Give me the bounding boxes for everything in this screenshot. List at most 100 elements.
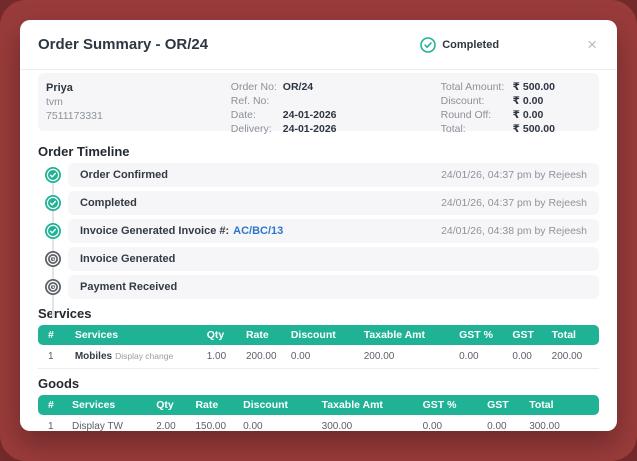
item-name: Display TW [72,421,123,431]
timeline-event: Order Confirmed 24/01/26, 04:37 pm by Re… [45,163,599,187]
timeline-event-bar: Invoice Generated Invoice #: AC/BC/13 24… [68,219,599,243]
cell-discount: 0.00 [284,345,358,369]
column-header: Total [545,325,599,345]
event-timestamp: 24/01/26, 04:37 pm by Rejeesh [441,169,587,181]
event-label: Invoice Generated [80,253,176,265]
column-header: Qty [200,325,240,345]
total-label: Total Amount: [440,81,505,93]
table-row: 1 Mobiles Display change 1.00 200.00 0.00… [38,345,599,369]
total-label: Discount: [440,95,485,107]
column-header: Rate [239,325,285,345]
column-header: Qty [150,395,190,415]
check-circle-icon [45,195,61,211]
clock-icon [45,251,61,267]
total-value: ₹ 500.00 [512,81,555,93]
total-row: Total: ₹ 500.00 [441,122,585,136]
column-header: # [38,395,67,415]
clock-icon [45,279,61,295]
timeline-event-bar: Payment Received [68,275,599,299]
timeline-event: Completed 24/01/26, 04:37 pm by Rejeesh [45,191,599,215]
goods-heading: Goods [38,376,80,391]
customer-phone: 7511173331 [46,110,103,122]
cell-gst: 0.00 [481,415,524,431]
services-heading: Services [38,306,92,321]
cell-total: 300.00 [523,415,599,431]
page-background: Order Summary - OR/24 Completed × Priya … [0,0,637,461]
order-field-row: Order No: OR/24 [231,80,441,94]
field-label: Order No: [230,81,277,93]
modal-header: Order Summary - OR/24 Completed × [20,20,617,70]
total-row: Discount: ₹ 0.00 [441,94,585,108]
order-summary-modal: Order Summary - OR/24 Completed × Priya … [20,20,617,431]
customer-name: Priya [46,82,73,94]
modal-title: Order Summary - OR/24 [38,36,209,53]
cell-taxable: 200.00 [357,345,454,369]
timeline-event: Invoice Generated Invoice #: AC/BC/13 24… [45,219,599,243]
item-name: Mobiles [74,351,113,362]
cell-taxable: 300.00 [315,415,417,431]
field-value: 24-01-2026 [282,109,337,121]
order-info-panel: Priya tvm 7511173331 Order No: OR/24 Ref… [38,73,599,135]
item-description: Display change [115,351,174,361]
column-header: Discount [284,325,358,345]
column-header: Rate [189,395,238,415]
cell-gst: 0.00 [506,345,546,369]
cell-gst-pct: 0.00 [453,345,507,369]
total-label: Round Off: [440,109,492,121]
total-label: Total: [440,123,466,135]
invoice-number-link[interactable]: AC/BC/13 [233,225,283,237]
event-timestamp: 24/01/26, 04:38 pm by Rejeesh [441,225,587,237]
close-button[interactable]: × [585,36,599,53]
event-label: Invoice Generated Invoice #: [80,225,230,237]
timeline-event-bar: Invoice Generated [68,247,599,271]
cell-service: Mobiles Display change [68,345,201,369]
total-value: ₹ 0.00 [512,109,544,121]
timeline-heading: Order Timeline [38,144,130,159]
field-value: OR/24 [282,81,314,93]
column-header: Taxable Amt [315,395,417,415]
cell-total: 200.00 [545,345,599,369]
cell-rate: 200.00 [239,345,285,369]
cell-discount: 0.00 [237,415,316,431]
column-header: GST [481,395,524,415]
column-header: GST % [416,395,482,415]
total-value: ₹ 500.00 [512,123,555,135]
column-header: Discount [237,395,316,415]
cell-qty: 1.00 [200,345,240,369]
goods-header-row: # Services Qty Rate Discount Taxable Amt… [38,395,599,415]
status-badge-label: Completed [442,38,500,51]
check-circle-icon [45,167,61,183]
column-header: Total [523,395,599,415]
order-field-row: Ref. No: [231,94,441,108]
cell-service: Display TW [66,415,151,431]
event-label: Order Confirmed [80,169,169,181]
event-label: Payment Received [80,281,178,293]
total-row: Round Off: ₹ 0.00 [441,108,585,122]
field-label: Delivery: [230,123,272,135]
cell-num: 1 [38,415,67,431]
field-label: Ref. No: [230,95,270,107]
services-header-row: # Services Qty Rate Discount Taxable Amt… [38,325,599,345]
status-badge: Completed [420,36,500,53]
total-value: ₹ 0.00 [512,95,544,107]
customer-info: Priya tvm 7511173331 [46,80,231,124]
timeline-event: Invoice Generated [45,247,599,271]
order-field-row: Delivery: 24-01-2026 [231,122,441,136]
column-header: Taxable Amt [357,325,454,345]
column-header: GST [506,325,546,345]
order-field-row: Date: 24-01-2026 [231,108,441,122]
column-header: # [38,325,69,345]
field-label: Date: [230,109,256,121]
field-value: 24-01-2026 [282,123,337,135]
order-timeline: Order Confirmed 24/01/26, 04:37 pm by Re… [38,163,599,317]
cell-num: 1 [38,345,69,369]
order-totals: Total Amount: ₹ 500.00 Discount: ₹ 0.00 … [440,80,585,135]
cell-gst-pct: 0.00 [416,415,482,431]
check-circle-icon [45,223,61,239]
timeline-event-bar: Order Confirmed 24/01/26, 04:37 pm by Re… [68,163,599,187]
column-header: Services [66,395,151,415]
column-header: Services [68,325,201,345]
customer-location: tvm [46,96,63,108]
timeline-event-bar: Completed 24/01/26, 04:37 pm by Rejeesh [68,191,599,215]
event-timestamp: 24/01/26, 04:37 pm by Rejeesh [441,197,587,209]
